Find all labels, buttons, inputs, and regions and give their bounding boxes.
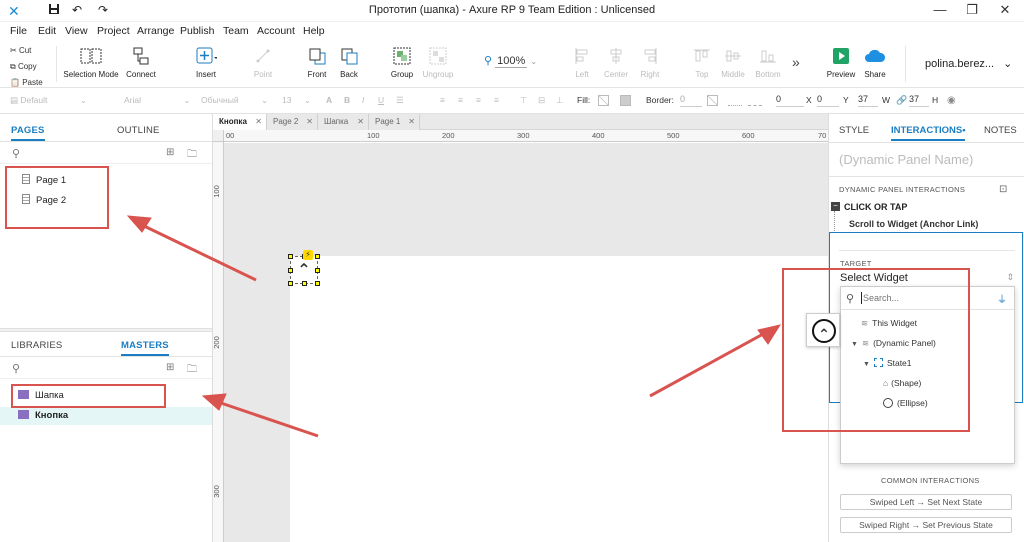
arrowhead [757, 324, 782, 345]
annotation-arrow [217, 400, 319, 438]
arrowhead [126, 215, 152, 233]
annotation-arrows [126, 215, 782, 438]
annotation-arrow [141, 223, 257, 282]
annotation-arrow [649, 331, 766, 398]
arrowhead [201, 393, 227, 411]
